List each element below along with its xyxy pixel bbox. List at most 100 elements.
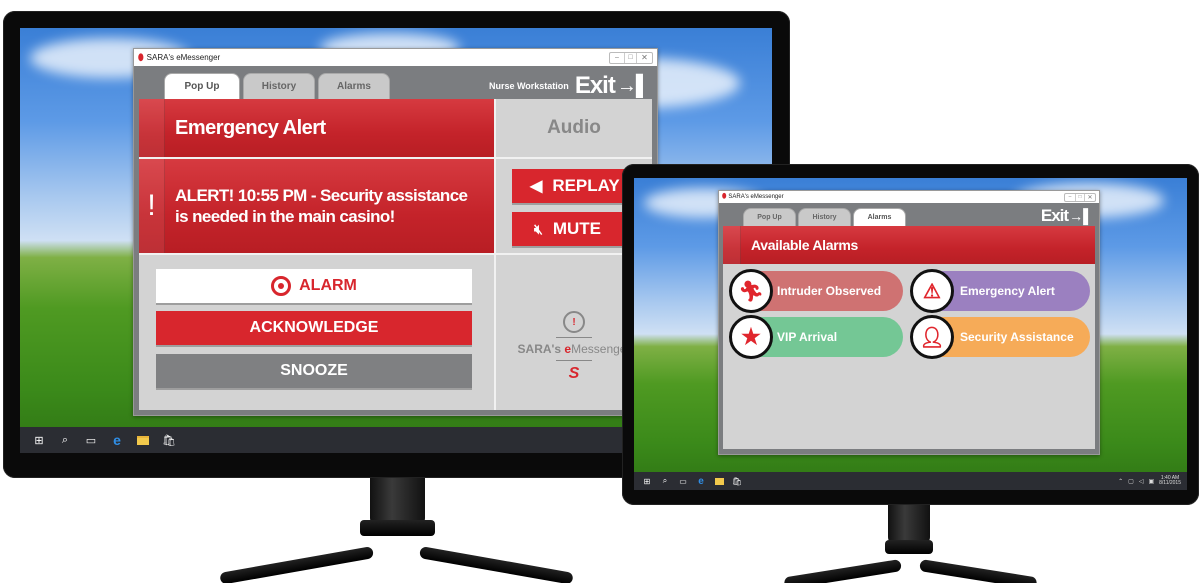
app-logo-icon: ⬮ — [722, 193, 727, 200]
notification-icon[interactable]: ▣ — [1148, 478, 1154, 485]
tab-alarms[interactable]: Alarms — [318, 73, 390, 99]
tab-history[interactable]: History — [243, 73, 315, 99]
divider — [139, 157, 652, 159]
minimize-button[interactable]: ‒ — [1065, 194, 1075, 201]
network-icon[interactable]: ▢ — [1128, 478, 1134, 485]
exit-button[interactable]: Exit →▌ — [574, 72, 650, 100]
alert-header: Emergency Alert — [175, 116, 326, 139]
edge-browser-icon[interactable]: e — [104, 432, 130, 448]
workstation-label: Nurse Workstation — [488, 81, 569, 91]
alarm-security-assistance[interactable]: 👤︎ Security Assistance — [910, 315, 1090, 359]
mute-speaker-icon: 🔇︎ — [534, 220, 543, 237]
alarm-label: VIP Arrival — [777, 330, 838, 344]
alarm-bell-icon — [271, 276, 292, 296]
exit-label: Exit — [574, 72, 616, 99]
tab-history[interactable]: History — [798, 208, 851, 226]
task-view-icon[interactable]: ▭ — [78, 434, 104, 447]
exit-button[interactable]: Exit →▌ — [1041, 206, 1093, 226]
alarm-intruder-observed[interactable]: 🏃︎ Intruder Observed — [729, 269, 903, 313]
store-icon[interactable]: 🛍︎ — [728, 477, 746, 486]
edge-browser-icon[interactable]: e — [692, 476, 710, 487]
minimize-button[interactable]: ‒ — [610, 53, 624, 63]
divider — [139, 253, 652, 255]
alarm-label: Intruder Observed — [777, 284, 882, 298]
search-icon[interactable]: ⌕ — [52, 434, 78, 447]
replay-label: REPLAY — [552, 176, 620, 195]
taskbar: ⊞ ⌕ ▭ e 🛍︎ ⌃ ▢ ◁ ▣ 1:40 AM 8/11/2015 — [634, 472, 1187, 490]
tab-bar: Pop Up History Alarms — [164, 73, 390, 99]
alarm-label: Security Assistance — [960, 330, 1074, 344]
user-shield-icon: 👤︎ — [910, 315, 954, 359]
tab-label: Pop Up — [184, 81, 220, 92]
sara-logo-icon: S — [568, 365, 580, 382]
right-monitor-stand-neck — [888, 505, 930, 545]
alarm-vip-arrival[interactable]: ★ VIP Arrival — [729, 315, 903, 359]
exit-area: Nurse Workstation Exit →▌ — [488, 72, 650, 100]
maximize-button[interactable]: □ — [1075, 193, 1084, 201]
window-body: Pop Up History Alarms Exit →▌ Available … — [719, 203, 1099, 454]
running-person-icon: 🏃︎ — [729, 269, 773, 313]
title-bar: ⬮ SARA's eMessenger ‒ □ ✕ — [134, 49, 657, 66]
window-controls: ‒ □ ✕ — [609, 51, 653, 64]
right-desktop: ⬮ SARA's eMessenger ‒ □ ✕ Pop Up History… — [634, 178, 1187, 490]
alarm-label: Emergency Alert — [960, 284, 1055, 298]
alarms-header-bar: Available Alarms — [723, 226, 1095, 264]
alert-exclamation-icon: ! — [139, 159, 165, 253]
alert-header-bar: Emergency Alert — [139, 99, 494, 157]
acknowledge-button[interactable]: ACKNOWLEDGE — [156, 311, 472, 345]
search-icon[interactable]: ⌕ — [656, 476, 674, 486]
right-monitor-stand-foot — [783, 559, 902, 583]
right-monitor-stand-foot — [919, 559, 1038, 583]
tab-label: Pop Up — [757, 214, 782, 221]
app-logo-icon: ⬮ — [138, 52, 144, 62]
clock[interactable]: 1:40 AM 8/11/2015 — [1159, 475, 1181, 487]
exit-door-icon: →▌ — [616, 74, 650, 97]
snooze-label: SNOOZE — [280, 362, 348, 379]
acknowledge-label: ACKNOWLEDGE — [249, 319, 379, 336]
product-showcase: ⬮ SARA's eMessenger ‒ □ ✕ Pop Up History… — [0, 0, 1200, 583]
right-monitor-stand-base — [885, 540, 933, 554]
close-button[interactable]: ✕ — [636, 52, 652, 63]
snooze-button[interactable]: SNOOZE — [156, 354, 472, 388]
tab-label: History — [261, 81, 297, 92]
window-title: SARA's eMessenger — [146, 53, 221, 62]
left-monitor-stand-base — [360, 520, 435, 536]
windows-start-icon[interactable]: ⊞ — [26, 434, 52, 447]
maximize-button[interactable]: □ — [624, 52, 636, 63]
tab-pop-up[interactable]: Pop Up — [743, 208, 796, 226]
window-controls: ‒ □ ✕ — [1064, 192, 1096, 202]
monitor-alert-icon: ! — [563, 311, 585, 333]
alert-message: ALERT! 10:55 PM - Security assistance is… — [175, 185, 468, 226]
tab-label: Alarms — [867, 214, 892, 221]
windows-start-icon[interactable]: ⊞ — [638, 477, 656, 486]
tab-label: History — [812, 214, 837, 221]
alarm-emergency-alert[interactable]: ⚠︎ Emergency Alert — [910, 269, 1090, 313]
warning-triangle-icon: ⚠︎ — [910, 269, 954, 313]
tab-alarms[interactable]: Alarms — [853, 208, 906, 226]
tab-bar: Pop Up History Alarms — [743, 208, 906, 226]
tab-label: Alarms — [337, 81, 371, 92]
brand-name: SARA's eMessenger — [517, 342, 631, 356]
exit-label: Exit — [1040, 206, 1069, 225]
star-icon: ★ — [729, 315, 773, 359]
tray-chevron-icon[interactable]: ⌃ — [1118, 478, 1123, 485]
right-monitor: ⬮ SARA's eMessenger ‒ □ ✕ Pop Up History… — [622, 164, 1199, 505]
file-explorer-icon[interactable] — [130, 435, 156, 445]
left-monitor-stand-neck — [370, 476, 425, 526]
file-explorer-icon[interactable] — [710, 477, 728, 485]
alarm-label: ALARM — [299, 277, 357, 294]
tab-pop-up[interactable]: Pop Up — [164, 73, 240, 99]
alarm-button[interactable]: ALARM — [156, 269, 472, 303]
close-button[interactable]: ✕ — [1084, 193, 1095, 201]
window-title: SARA's eMessenger — [728, 194, 784, 200]
right-app-window: ⬮ SARA's eMessenger ‒ □ ✕ Pop Up History… — [718, 190, 1100, 455]
exit-door-icon: →▌ — [1069, 208, 1093, 224]
alarms-header: Available Alarms — [751, 237, 858, 253]
store-icon[interactable]: 🛍︎ — [156, 434, 182, 447]
left-app-window: ⬮ SARA's eMessenger ‒ □ ✕ Pop Up History… — [133, 48, 658, 416]
window-body: Pop Up History Alarms Nurse Workstation … — [134, 66, 657, 415]
alert-message-bar: ! ALERT! 10:55 PM - Security assistance … — [139, 159, 494, 253]
volume-icon[interactable]: ◁ — [1139, 478, 1144, 485]
speaker-icon: ◀ — [530, 178, 543, 195]
task-view-icon[interactable]: ▭ — [674, 477, 692, 486]
